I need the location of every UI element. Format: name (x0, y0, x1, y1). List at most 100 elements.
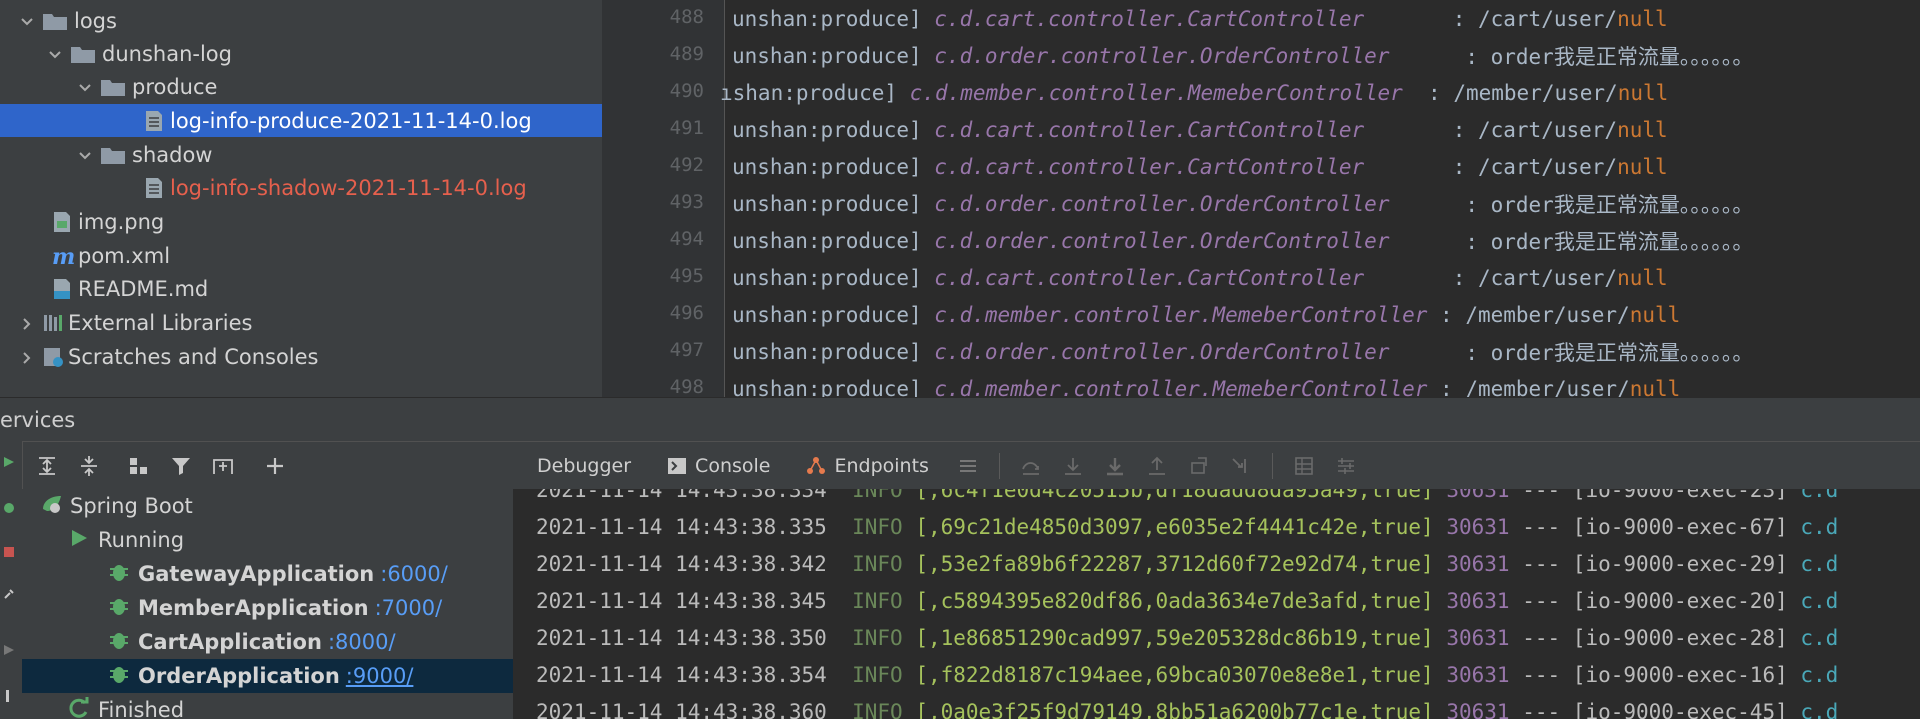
log-editor[interactable]: 488 489 490 491 492 493 494 495 496 497 498 unshan… (602, 0, 1920, 397)
logger-class: CartController (1187, 265, 1365, 290)
chevron-right-icon[interactable] (18, 348, 36, 366)
port-link[interactable]: :9000/ (346, 664, 414, 688)
log-line: unshan:produce] c.d.cart.controller. Cart… (732, 111, 1668, 148)
chevron-down-icon[interactable] (76, 78, 94, 96)
chevron-down-icon[interactable] (18, 12, 36, 30)
folder-icon (100, 77, 126, 97)
trace-icon[interactable] (1332, 452, 1360, 480)
service-item[interactable]: Running (22, 523, 513, 560)
logger-class: MemeberController (1212, 376, 1428, 398)
tree-item-label: pom.xml (78, 243, 171, 268)
console-line: 2021-11-14 14:43:38.350 INFO [,1e8685129… (536, 625, 1839, 650)
filter-icon[interactable] (166, 451, 196, 481)
run-to-cursor-icon[interactable] (1227, 452, 1255, 480)
service-item[interactable]: GatewayApplication:6000/ (22, 557, 513, 591)
service-label: GatewayApplication (138, 562, 375, 586)
expand-all-icon[interactable] (32, 451, 62, 481)
group-by-icon[interactable] (124, 451, 154, 481)
settings-icon[interactable] (2, 587, 16, 601)
log-context: unshan:produce] (732, 117, 935, 142)
logger-package: c.d.member.controller. (909, 80, 1188, 105)
stop-icon[interactable] (2, 545, 16, 559)
line-number: 493 (669, 191, 704, 213)
tab-debugger[interactable]: Debugger (519, 442, 649, 490)
services-left-strip (0, 441, 23, 719)
step-out-icon[interactable] (1143, 452, 1171, 480)
log-message: : order我是正常流量。。。。。。 (1465, 192, 1754, 217)
log-timestamp: 2021-11-14 14:43:38.334 (536, 489, 827, 502)
port-link[interactable]: :8000/ (328, 630, 396, 654)
step-into-icon[interactable] (1059, 452, 1087, 480)
null-value: null (1617, 6, 1668, 31)
tree-item[interactable]: External Libraries (0, 306, 602, 339)
tree-item[interactable]: README.md (0, 272, 602, 305)
tab-console-label: Console (695, 455, 771, 477)
tree-item[interactable]: m pom.xml (0, 239, 602, 272)
tab-endpoints-label: Endpoints (834, 455, 929, 477)
svg-text:m: m (52, 244, 75, 268)
chevron-down-icon[interactable] (46, 45, 64, 63)
pause-icon[interactable] (2, 689, 16, 703)
drop-frame-icon[interactable] (1185, 452, 1213, 480)
service-item[interactable]: Finished (22, 693, 513, 719)
null-value: null (1617, 80, 1669, 105)
evaluate-icon[interactable] (1290, 452, 1318, 480)
line-number: 495 (669, 265, 704, 287)
log-message: : /member/user/ (1440, 376, 1630, 398)
menu-icon[interactable] (954, 452, 982, 480)
chevron-right-icon[interactable] (18, 314, 36, 332)
line-number: 491 (669, 117, 704, 139)
service-item[interactable]: CartApplication:8000/ (22, 625, 513, 659)
tab-console[interactable]: Console (649, 442, 788, 490)
log-line: unshan:produce] c.d.order.controller. Ord… (732, 37, 1753, 74)
logger-class: CartController (1187, 6, 1365, 31)
tree-item[interactable]: logs (0, 4, 602, 37)
log-line: unshan:produce] c.d.cart.controller. Cart… (732, 259, 1668, 296)
process-id: 30631 (1446, 662, 1510, 687)
console-output[interactable]: 2021-11-14 14:43:38.334 INFO [,6c4f1e0d4… (513, 489, 1920, 719)
step-over-icon[interactable] (1017, 452, 1045, 480)
add-service-icon[interactable] (260, 451, 290, 481)
port-link[interactable]: :7000/ (375, 596, 443, 620)
service-item[interactable]: Spring Boot (22, 489, 513, 526)
tree-item-label: dunshan-log (102, 41, 232, 66)
log-line: unshan:produce] c.d.member.controller. Me… (732, 370, 1680, 398)
toolbar-separator (998, 453, 1000, 479)
folder-icon (100, 145, 126, 165)
tree-item[interactable]: Scratches and Consoles (0, 340, 602, 373)
endpoints-icon (807, 457, 826, 474)
log-level: INFO (852, 489, 903, 502)
tree-item[interactable]: img.png (0, 205, 602, 238)
tree-item[interactable]: shadow (0, 138, 602, 171)
debug-icon[interactable] (2, 501, 16, 515)
service-item[interactable]: MemberApplication:7000/ (22, 591, 513, 625)
log-level: INFO (852, 625, 903, 650)
line-gutter: 488 489 490 491 492 493 494 495 496 497 498 (602, 0, 725, 397)
log-file-icon (144, 176, 164, 200)
tree-item[interactable]: log-info-produce-2021-11-14-0.log (0, 104, 602, 137)
log-message: : /cart/user/ (1452, 117, 1618, 142)
logger-package: c.d.cart.controller. (934, 154, 1188, 179)
run-icon[interactable] (2, 643, 16, 657)
chevron-down-icon[interactable] (76, 146, 94, 164)
port-link[interactable]: :6000/ (380, 562, 448, 586)
console-icon (668, 458, 687, 474)
service-label: OrderApplication (138, 664, 340, 688)
logger-name: c.d (1787, 489, 1839, 502)
service-item[interactable]: OrderApplication:9000/ (22, 659, 513, 693)
log-line: unshan:produce] c.d.order.controller. Ord… (732, 185, 1753, 222)
tree-item[interactable]: log-info-shadow-2021-11-14-0.log (0, 171, 602, 204)
tree-item[interactable]: produce (0, 70, 602, 103)
logger-class: OrderController (1199, 339, 1390, 364)
pin-tab-icon[interactable] (208, 451, 238, 481)
logger-class: MemeberController (1212, 302, 1428, 327)
logger-name: c.d (1787, 551, 1839, 576)
logger-class: MemeberController (1187, 80, 1403, 105)
tab-endpoints[interactable]: Endpoints (788, 442, 946, 490)
rerun-icon[interactable] (2, 455, 16, 469)
line-number: 494 (669, 228, 704, 250)
collapse-all-icon[interactable] (74, 451, 104, 481)
console-line: 2021-11-14 14:43:38.360 INFO [,0a0e3f25f… (536, 693, 1838, 719)
force-step-into-icon[interactable] (1101, 452, 1129, 480)
tree-item[interactable]: dunshan-log (0, 37, 602, 70)
